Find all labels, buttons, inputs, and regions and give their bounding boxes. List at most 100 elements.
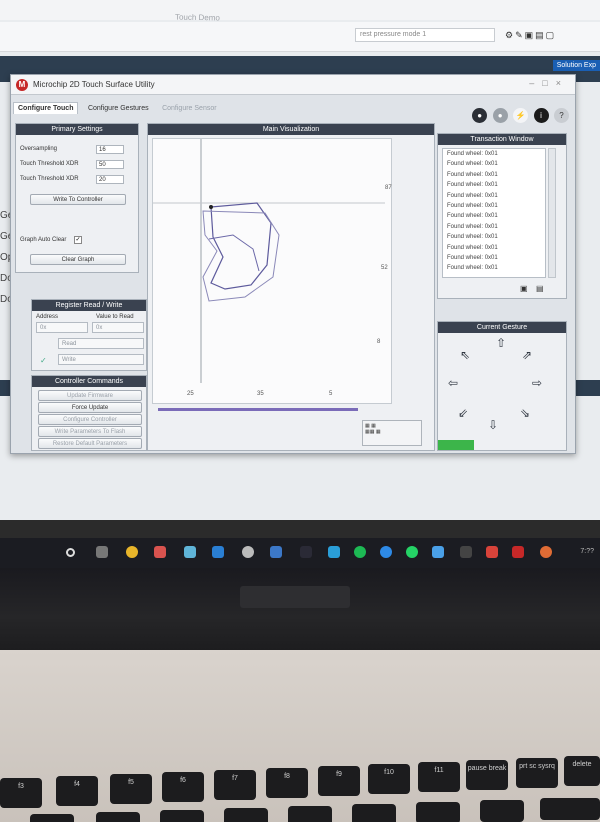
solution-explorer-tab[interactable]: Solution Exp [552, 60, 600, 71]
keyboard-key: f9 [318, 766, 360, 796]
toolbar-icons: ● ● ⚡ i ? [471, 105, 569, 123]
app-icon[interactable] [270, 546, 282, 558]
keyboard-key [224, 808, 268, 822]
read-field[interactable]: Read [58, 338, 144, 349]
touch-utility-window: M Microchip 2D Touch Surface Utility –□×… [10, 74, 576, 454]
controller-commands-panel: Controller Commands Update Firmware Forc… [31, 375, 147, 451]
app-icon[interactable] [184, 546, 196, 558]
help-icon[interactable]: ? [554, 108, 569, 123]
plot-legend: ▦ ▦ ▦▦ ▦ [362, 420, 422, 446]
touch-plot[interactable]: 87 52 8 25 35 5 [152, 138, 402, 404]
touch-trace [210, 202, 272, 290]
task-view-icon[interactable] [96, 546, 108, 558]
list-item: Found wheel: 0x01 [447, 151, 498, 157]
touch-plot-canvas [153, 139, 402, 383]
gesture-up-right-arrow-icon: ⇗ [521, 348, 533, 362]
gesture-up-left-arrow-icon: ⇖ [459, 348, 471, 362]
laptop-hinge-logo [240, 586, 350, 608]
list-item: Found wheel: 0x01 [447, 161, 498, 168]
write-flash-button[interactable]: Write Parameters To Flash [38, 426, 142, 437]
threshold-label: Touch Threshold XDR [20, 176, 79, 182]
value-input[interactable]: 0x [92, 322, 144, 333]
x-tick-label: 35 [257, 391, 264, 397]
list-item: Found wheel: 0x01 [447, 223, 498, 230]
list-item: Found wheel: 0x01 [447, 244, 498, 251]
window-controls[interactable]: –□× [529, 78, 569, 88]
threshold-stepper[interactable]: 50 [96, 160, 124, 169]
app-icon[interactable] [242, 546, 254, 558]
x-tick-label: 5 [329, 391, 333, 397]
address-label: Address [36, 314, 59, 320]
current-gesture-header: Current Gesture [438, 322, 566, 333]
usb-icon[interactable]: ⚡ [513, 108, 529, 123]
background-ide-toolbar: rest pressure mode 1 ⚙✎▣▤▢ [0, 22, 600, 52]
value-label: Value to Read [96, 314, 134, 320]
app-icon[interactable] [460, 546, 472, 558]
keyboard-key: prt sc sysrq [516, 758, 558, 788]
disconnect-icon[interactable]: ● [492, 108, 508, 123]
list-item: Found wheel: 0x01 [447, 234, 498, 241]
write-field[interactable]: Write [58, 354, 144, 365]
keyboard-key: f6 [162, 772, 204, 802]
tab-configure-gestures[interactable]: Configure Gestures [84, 103, 153, 114]
app-icon[interactable] [328, 546, 340, 558]
register-panel: Register Read / Write Address Value to R… [31, 299, 147, 371]
register-panel-header: Register Read / Write [32, 300, 146, 311]
app-icon[interactable] [380, 546, 392, 558]
force-update-button[interactable]: Force Update [38, 402, 142, 413]
connect-icon[interactable]: ● [472, 108, 488, 123]
tray-clock[interactable]: 7:?? [580, 548, 594, 555]
info-icon[interactable]: i [533, 108, 549, 123]
title-bar: M Microchip 2D Touch Surface Utility –□× [11, 75, 575, 95]
y-tick-label: 52 [381, 265, 388, 271]
primary-settings-header: Primary Settings [16, 124, 138, 135]
keyboard-key [96, 812, 140, 822]
main-visualization-panel: Main Visualization 87 52 8 25 35 5 ▦ ▦ ▦… [147, 123, 435, 451]
app-icon[interactable] [432, 546, 444, 558]
taskbar: 7:?? [0, 538, 600, 568]
app-icon[interactable] [212, 546, 224, 558]
background-toolbar-icons: ⚙✎▣▤▢ [505, 30, 557, 40]
app-icon[interactable] [540, 546, 552, 558]
tab-configure-sensor[interactable]: Configure Sensor [158, 103, 220, 114]
touch-trace [208, 234, 260, 272]
spotify-icon[interactable] [354, 546, 366, 558]
clear-icon[interactable]: ▤ [536, 284, 544, 293]
y-tick-label: 87 [385, 185, 392, 191]
transaction-window-panel: Transaction Window Found wheel: 0x01 Fou… [437, 133, 567, 299]
keyboard-key: f8 [266, 768, 308, 798]
address-input[interactable]: 0x [36, 322, 88, 333]
save-icon[interactable]: ▣ [520, 284, 528, 293]
background-search-input[interactable]: rest pressure mode 1 [355, 28, 495, 42]
keyboard-key: f7 [214, 770, 256, 800]
gesture-up-arrow-icon: ⇧ [495, 336, 507, 350]
whatsapp-icon[interactable] [406, 546, 418, 558]
update-firmware-button[interactable]: Update Firmware [38, 390, 142, 401]
gesture-down-arrow-icon: ⇩ [487, 418, 499, 432]
write-to-controller-button[interactable]: Write To Controller [30, 194, 126, 205]
app-icon[interactable] [486, 546, 498, 558]
restore-defaults-button[interactable]: Restore Default Parameters [38, 438, 142, 449]
plot-scroll-bar[interactable] [158, 408, 358, 411]
list-item: Found wheel: 0x01 [447, 255, 498, 262]
threshold-stepper[interactable]: 20 [96, 175, 124, 184]
controller-commands-header: Controller Commands [32, 376, 146, 387]
oversampling-stepper[interactable]: 16 [96, 145, 124, 154]
list-item: Found wheel: 0x01 [447, 265, 498, 272]
gesture-right-arrow-icon: ⇨ [531, 376, 543, 390]
main-visualization-header: Main Visualization [148, 124, 434, 135]
app-icon[interactable] [300, 546, 312, 558]
chrome-icon[interactable] [126, 546, 138, 558]
graph-auto-clear-checkbox[interactable]: ✓ [74, 236, 82, 244]
touch-point [209, 205, 213, 209]
start-button-icon[interactable] [66, 548, 75, 557]
tab-configure-touch[interactable]: Configure Touch [13, 102, 79, 114]
transaction-scrollbar[interactable] [548, 148, 556, 278]
app-icon[interactable] [154, 546, 166, 558]
threshold-label: Touch Threshold XDR [20, 161, 79, 167]
transaction-list[interactable]: Found wheel: 0x01 Found wheel: 0x01 Foun… [442, 148, 546, 278]
app-icon[interactable] [512, 546, 524, 558]
configure-controller-button[interactable]: Configure Controller [38, 414, 142, 425]
tab-row: Configure Touch Configure Gestures Confi… [13, 97, 222, 114]
clear-graph-button[interactable]: Clear Graph [30, 254, 126, 265]
